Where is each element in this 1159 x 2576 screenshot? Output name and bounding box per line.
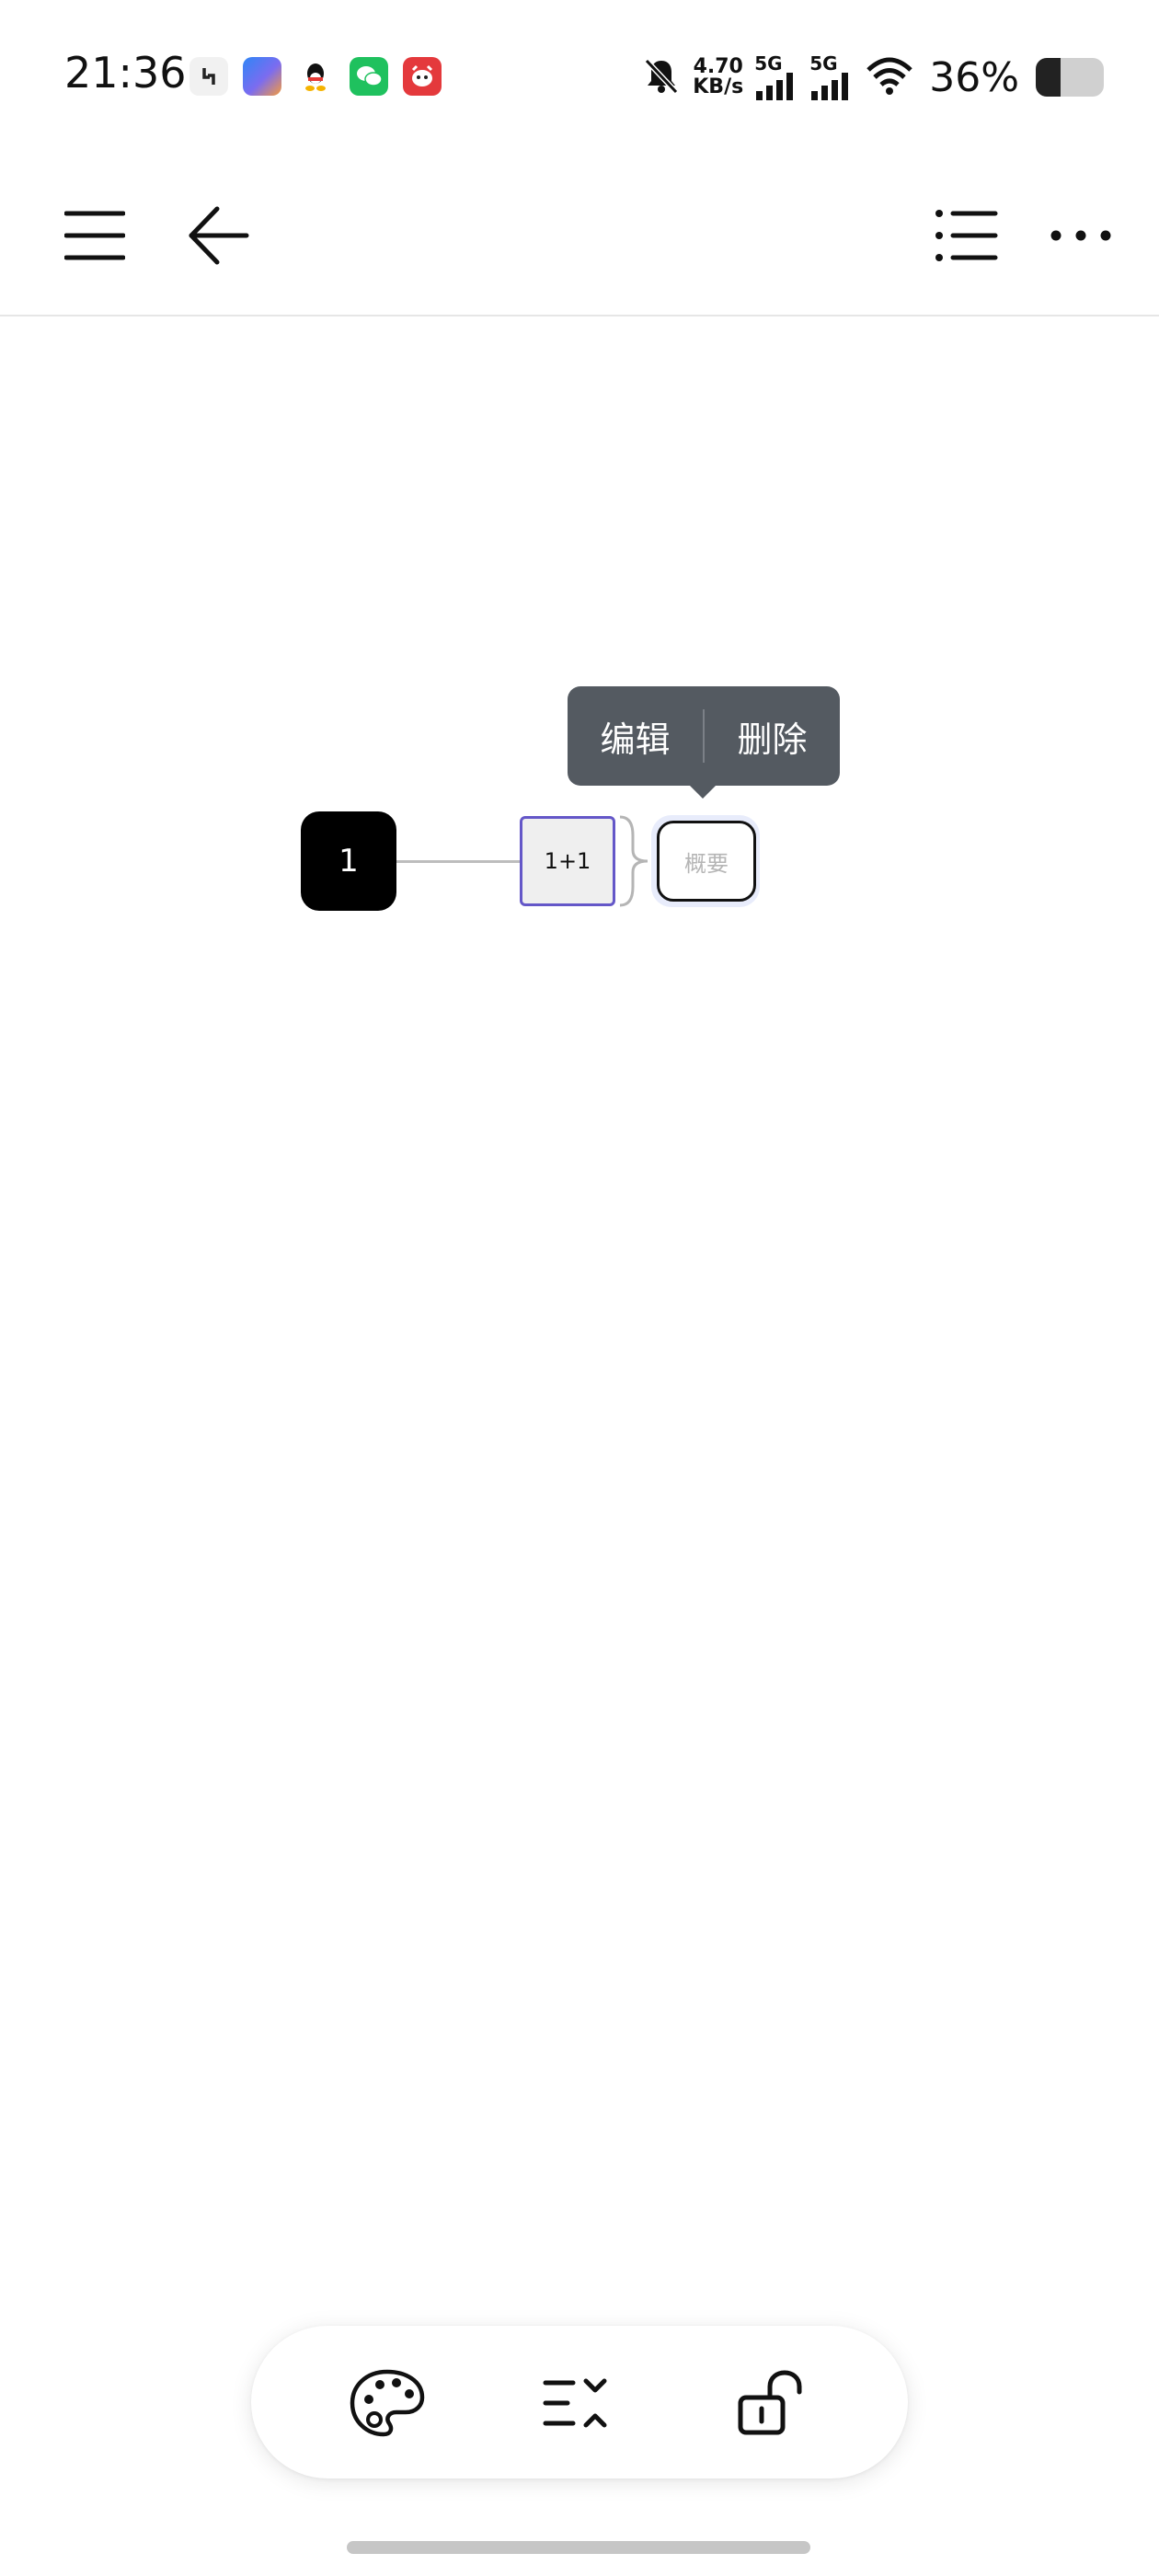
battery-percent: 36%	[929, 53, 1019, 101]
sim2-signal: 5G	[809, 54, 854, 100]
sim2-label: 5G	[809, 52, 838, 75]
network-speed: 4.70 KB/s	[693, 57, 743, 98]
delete-button[interactable]: 删除	[705, 711, 840, 762]
more-options-icon	[1050, 230, 1111, 241]
sim1-signal: 5G	[754, 54, 798, 100]
back-button[interactable]	[177, 197, 259, 274]
back-arrow-icon	[189, 206, 249, 265]
notification-icons	[189, 57, 442, 96]
jd-icon	[403, 57, 442, 96]
signal-bars-icon	[756, 73, 794, 100]
branch-connector	[396, 860, 521, 863]
summary-brace	[619, 815, 648, 907]
style-button[interactable]	[345, 2361, 430, 2445]
wifi-icon	[865, 55, 914, 99]
system-status: 4.70 KB/s 5G 5G 36%	[641, 52, 1104, 103]
palette-icon	[350, 2369, 425, 2437]
app-icon	[189, 57, 228, 96]
expand-collapse-icon	[543, 2378, 607, 2428]
context-menu: 编辑 删除	[568, 686, 840, 786]
menu-button[interactable]	[53, 197, 136, 274]
home-indicator[interactable]	[347, 2541, 810, 2554]
network-speed-unit: KB/s	[693, 75, 744, 98]
context-menu-pointer	[688, 784, 717, 799]
child-node-label: 1+1	[544, 848, 591, 874]
wechat-icon	[350, 57, 388, 96]
root-node[interactable]: 1	[301, 811, 396, 911]
edit-button[interactable]: 编辑	[568, 711, 703, 762]
battery-fill	[1036, 58, 1061, 97]
summary-placeholder: 概要	[684, 850, 729, 877]
child-node[interactable]: 1+1	[520, 816, 615, 906]
network-speed-value: 4.70	[693, 55, 743, 78]
qq-icon	[296, 57, 335, 96]
expand-collapse-button[interactable]	[534, 2361, 619, 2445]
bottom-dock	[251, 2326, 908, 2478]
root-node-label: 1	[339, 843, 359, 880]
lock-button[interactable]	[728, 2361, 812, 2445]
signal-bars-icon	[811, 73, 849, 100]
outline-button[interactable]	[925, 197, 1008, 274]
top-toolbar	[0, 156, 1159, 316]
outline-list-icon	[935, 210, 998, 261]
menu-icon	[64, 211, 125, 260]
status-time: 21:36	[64, 48, 187, 98]
summary-node[interactable]: 概要	[657, 821, 756, 902]
mute-bell-icon	[641, 55, 682, 99]
browser-icon	[243, 57, 281, 96]
battery-icon	[1036, 58, 1104, 97]
unlock-icon	[738, 2370, 802, 2435]
sim1-label: 5G	[754, 52, 783, 75]
more-options-button[interactable]	[1039, 197, 1122, 274]
status-bar: 21:36 4.70 KB/s 5G 5G 36%	[0, 0, 1159, 156]
